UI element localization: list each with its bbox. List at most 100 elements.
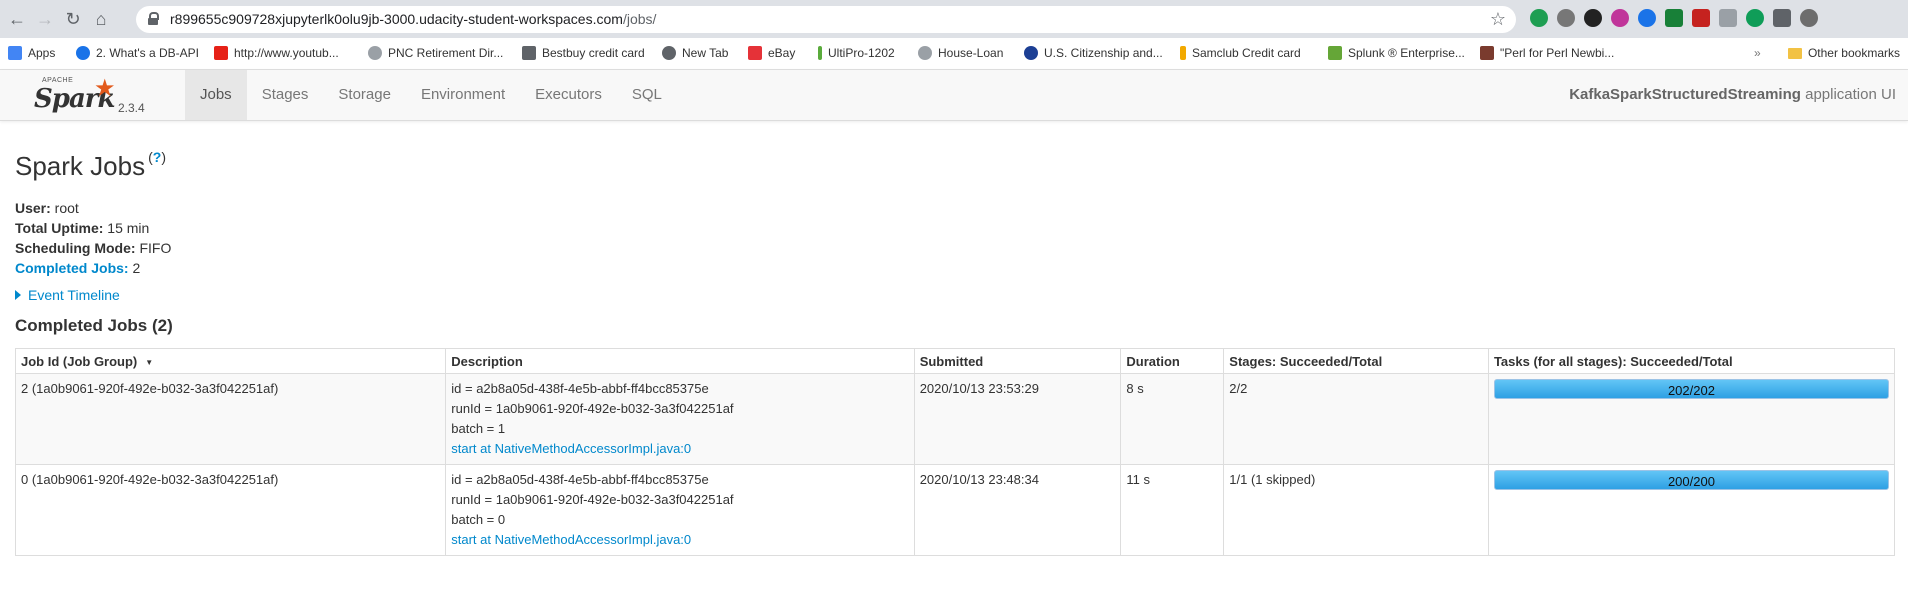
bookmark-label: UltiPro-1202 [828, 46, 895, 60]
bookmark-label: http://www.youtub... [234, 46, 339, 60]
extension-icon[interactable] [1665, 9, 1683, 27]
extension-icon[interactable] [1584, 9, 1602, 27]
desc-batch: batch = 0 [451, 512, 506, 527]
bookmark-item[interactable]: Bestbuy credit card [522, 46, 645, 60]
card-icon [522, 46, 536, 60]
perl-icon [1480, 46, 1494, 60]
tab-stages[interactable]: Stages [247, 70, 324, 120]
desc-batch: batch = 1 [451, 421, 506, 436]
column-header-duration[interactable]: Duration [1120, 348, 1225, 374]
puzzle-icon[interactable] [1773, 9, 1791, 27]
bookmark-item[interactable]: Samclub Credit card [1180, 46, 1301, 60]
reload-icon[interactable]: ↻ [62, 8, 84, 30]
bookmark-item[interactable]: Splunk ® Enterprise... [1328, 46, 1465, 60]
bookmark-star-icon[interactable]: ☆ [1490, 9, 1506, 30]
spark-logo[interactable]: APACHE Spark ★ 2.3.4 [34, 74, 145, 118]
job-id-cell: 0 (1a0b9061-920f-492e-b032-3a3f042251af) [14, 464, 447, 556]
summary-scheduling: Scheduling Mode: FIFO [15, 238, 171, 258]
home-icon[interactable]: ⌂ [90, 8, 112, 30]
tasks-progress-bar: 200/200 [1493, 470, 1889, 490]
address-bar[interactable]: r899655c909728xjupyterlk0olu9jb-3000.uda… [136, 6, 1516, 33]
bookmark-item[interactable]: eBay [748, 46, 795, 60]
tasks-progress-bar: 202/202 [1493, 379, 1889, 399]
column-header-job-id[interactable]: Job Id (Job Group) ▼ [14, 348, 447, 374]
column-header-submitted[interactable]: Submitted [913, 348, 1122, 374]
extension-icon[interactable] [1611, 9, 1629, 27]
bookmark-label: U.S. Citizenship and... [1044, 46, 1163, 60]
page-title: Spark Jobs (?) [15, 149, 166, 182]
tab-storage[interactable]: Storage [323, 70, 406, 120]
tab-executors[interactable]: Executors [520, 70, 617, 120]
logo-apache-text: APACHE [42, 77, 74, 84]
tab-sql[interactable]: SQL [617, 70, 677, 120]
bookmark-label: Bestbuy credit card [542, 46, 645, 60]
samsclub-icon [1180, 46, 1186, 60]
duration-cell: 8 s [1120, 373, 1225, 465]
completed-value: 2 [128, 260, 141, 276]
extension-icon[interactable] [1746, 9, 1764, 27]
spark-star-icon: ★ [94, 75, 116, 102]
job-summary: User: root Total Uptime: 15 min Scheduli… [15, 198, 171, 278]
bookmark-item[interactable]: New Tab [662, 46, 728, 60]
bookmark-label: "Perl for Perl Newbi... [1500, 46, 1615, 60]
column-header-description[interactable]: Description [445, 348, 915, 374]
bookmark-label: PNC Retirement Dir... [388, 46, 504, 60]
ebay-icon [748, 46, 762, 60]
back-arrow-icon[interactable]: ← [6, 8, 28, 30]
bookmark-item[interactable]: UltiPro-1202 [818, 46, 895, 60]
more-bookmarks-icon[interactable]: » [1754, 46, 1761, 60]
submitted-cell: 2020/10/13 23:48:34 [913, 464, 1122, 556]
splunk-icon [1328, 46, 1342, 60]
job-detail-link[interactable]: start at NativeMethodAccessorImpl.java:0 [451, 439, 908, 459]
bookmark-item[interactable]: "Perl for Perl Newbi... [1480, 46, 1614, 60]
other-bookmarks[interactable]: Other bookmarks [1787, 46, 1900, 60]
stages-cell: 2/2 [1223, 373, 1489, 465]
url-text: r899655c909728xjupyterlk0olu9jb-3000.uda… [170, 11, 657, 27]
extension-icon[interactable] [1530, 9, 1548, 27]
bookmark-item[interactable]: 2. What's a DB-API [76, 46, 199, 60]
duration-cell: 11 s [1120, 464, 1225, 556]
sort-down-icon: ▼ [145, 357, 154, 367]
job-id-cell: 2 (1a0b9061-920f-492e-b032-3a3f042251af) [14, 373, 447, 465]
bookmark-item[interactable]: House-Loan [918, 46, 1003, 60]
youtube-icon [214, 46, 228, 60]
bookmark-item[interactable]: Apps [8, 46, 55, 60]
desc-run-id: runId = 1a0b9061-920f-492e-b032-3a3f0422… [451, 492, 734, 507]
bookmark-label: Samclub Credit card [1192, 46, 1301, 60]
extension-icon[interactable] [1638, 9, 1656, 27]
help-link[interactable]: ? [153, 149, 162, 165]
user-label: User: [15, 200, 51, 216]
apps-icon [8, 46, 22, 60]
avatar[interactable] [1800, 9, 1818, 27]
help-tooltip[interactable]: (?) [148, 149, 166, 165]
completed-jobs-link[interactable]: Completed Jobs: [15, 260, 129, 276]
tasks-cell: 202/202 [1487, 373, 1896, 465]
forward-arrow-icon[interactable]: → [34, 8, 56, 30]
bookmark-label: Splunk ® Enterprise... [1348, 46, 1465, 60]
bookmark-label: eBay [768, 46, 796, 60]
completed-jobs-heading[interactable]: Completed Jobs (2) [15, 316, 173, 336]
bookmark-item[interactable]: U.S. Citizenship and... [1024, 46, 1163, 60]
submitted-cell: 2020/10/13 23:53:29 [913, 373, 1122, 465]
bookmark-item[interactable]: http://www.youtub... [214, 46, 339, 60]
tab-environment[interactable]: Environment [406, 70, 520, 120]
bookmark-label: House-Loan [938, 46, 1004, 60]
table-row: 2 (1a0b9061-920f-492e-b032-3a3f042251af)… [14, 373, 1896, 465]
desc-run-id: runId = 1a0b9061-920f-492e-b032-3a3f0422… [451, 401, 734, 416]
tasks-progress-label: 202/202 [1667, 383, 1715, 398]
bookmark-label: Apps [28, 46, 56, 60]
summary-user: User: root [15, 198, 171, 218]
bookmark-item[interactable]: PNC Retirement Dir... [368, 46, 503, 60]
event-timeline-toggle[interactable]: Event Timeline [15, 287, 120, 303]
summary-completed: Completed Jobs: 2 [15, 258, 171, 278]
expand-arrow-icon [15, 290, 21, 300]
bookmarks-bar: Apps 2. What's a DB-API http://www.youtu… [0, 38, 1908, 70]
extension-icon[interactable] [1719, 9, 1737, 27]
extension-icon[interactable] [1692, 9, 1710, 27]
job-detail-link[interactable]: start at NativeMethodAccessorImpl.java:0 [451, 530, 908, 550]
column-header-tasks[interactable]: Tasks (for all stages): Succeeded/Total [1487, 348, 1896, 374]
tab-jobs[interactable]: Jobs [185, 70, 247, 120]
column-header-stages[interactable]: Stages: Succeeded/Total [1223, 348, 1489, 374]
extension-icon[interactable] [1557, 9, 1575, 27]
bookmark-label: 2. What's a DB-API [96, 46, 199, 60]
